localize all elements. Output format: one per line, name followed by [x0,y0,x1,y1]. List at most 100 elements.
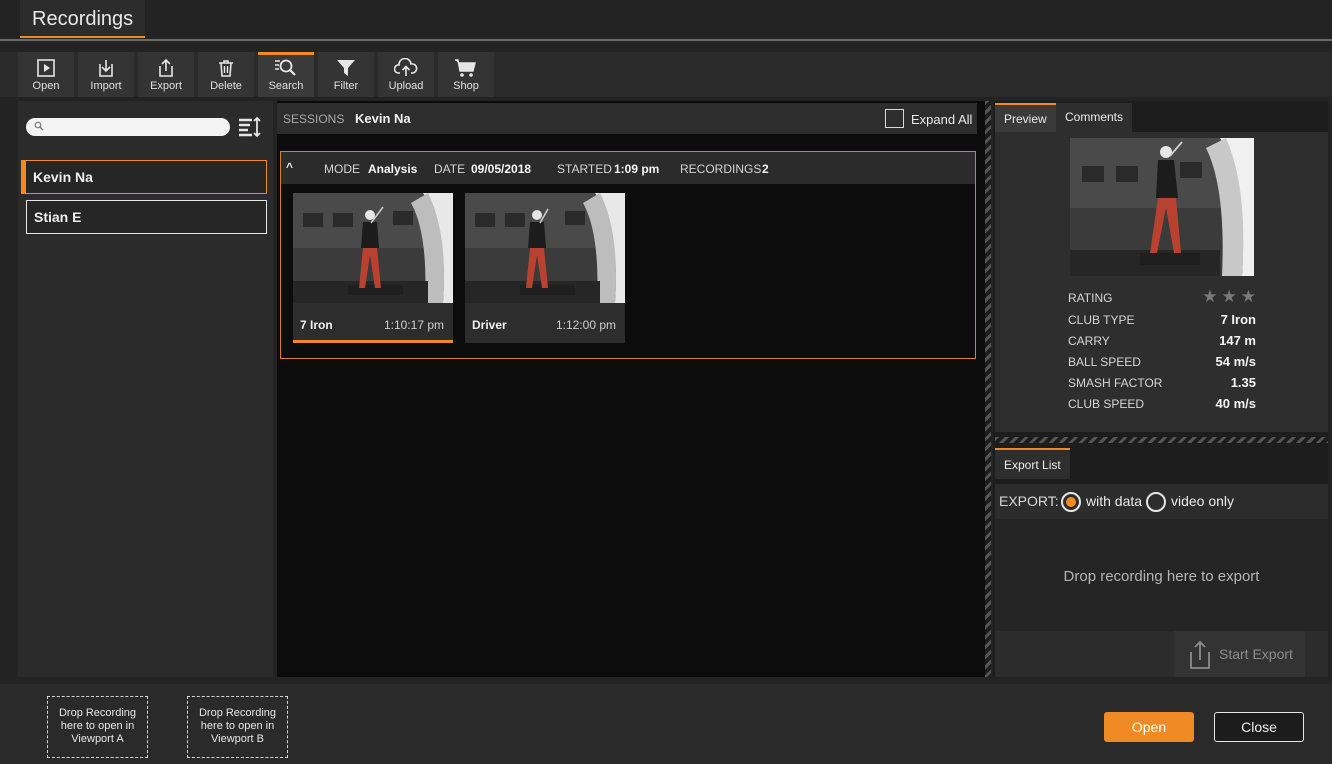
close-button[interactable]: Close [1214,712,1304,742]
selection-indicator [293,340,453,343]
trash-icon [219,60,233,77]
rating-stars[interactable]: ★★★ [1202,287,1260,307]
player-list-panel: Kevin Na Stian E [18,101,273,677]
stat-label: CLUB SPEED [1068,397,1145,411]
recording-club: 7 Iron [300,318,333,332]
window-title: Recordings [20,0,146,38]
player-item-stian-e[interactable]: Stian E [26,200,267,234]
recording-card[interactable]: Driver 1:12:00 pm [465,193,625,343]
vertical-splitter[interactable] [985,101,991,677]
stat-label: BALL SPEED [1068,355,1141,369]
video-only-radio[interactable] [1146,492,1166,512]
filter-toolbar-button[interactable]: Filter [318,52,374,97]
import-icon [99,60,113,77]
stat-value: 1.35 [1230,375,1256,390]
session-group: ^ MODE Analysis DATE 09/05/2018 STARTED … [280,151,976,359]
export-panel: Export List EXPORT: with data video only… [993,447,1328,677]
open-button[interactable]: Open [1104,712,1194,742]
export-label: EXPORT: [999,493,1059,509]
session-header[interactable]: ^ MODE Analysis DATE 09/05/2018 STARTED … [281,152,975,184]
star-icon[interactable]: ★ [1222,287,1241,306]
toolbar-label: Import [90,80,122,92]
stat-value: 40 m/s [1215,396,1256,411]
stat-value: 54 m/s [1215,354,1256,369]
with-data-radio[interactable] [1061,492,1081,512]
search-icon [275,59,296,76]
shop-toolbar-button[interactable]: Shop [438,52,494,97]
video-only-label[interactable]: video only [1171,493,1234,509]
date-value: 09/05/2018 [471,162,532,176]
expand-all-label: Expand All [911,112,973,127]
checkbox-box[interactable] [885,109,904,128]
player-item-kevin-na[interactable]: Kevin Na [21,160,267,194]
sessions-label: SESSIONS [283,112,345,126]
search-toolbar-button[interactable]: Search [258,52,314,97]
search-input[interactable] [26,118,230,136]
recording-card[interactable]: 7 Iron 1:10:17 pm [293,193,453,343]
horizontal-splitter[interactable] [995,437,1328,443]
stat-value: 147 m [1219,333,1256,348]
preview-body: RATING ★★★ CLUB TYPE 7 Iron CARRY 147 m … [995,132,1328,432]
play-icon [37,59,55,77]
recording-thumbnail [293,193,453,303]
title-bar: Recordings [0,0,1332,52]
mode-value: Analysis [368,162,418,176]
with-data-label[interactable]: with data [1086,493,1142,509]
sessions-panel: SESSIONS Kevin Na Expand All ^ MODE Anal… [277,101,985,677]
toolbar: Open Import Export Delete Search Filter … [0,52,1332,97]
viewport-a-drop-zone[interactable]: Drop Recording here to open in Viewport … [47,696,148,758]
preview-video[interactable] [1070,138,1254,276]
recording-club: Driver [472,318,507,332]
export-drop-zone[interactable]: Drop recording here to export [995,519,1328,631]
export-options: EXPORT: with data video only [995,484,1328,519]
collapse-chevron-icon[interactable]: ^ [286,160,293,174]
recording-thumbnail [465,193,625,303]
start-export-label: Start Export [1219,646,1293,662]
recordings-label: RECORDINGS [680,162,762,176]
toolbar-label: Upload [388,80,424,92]
started-label: STARTED [557,162,612,176]
import-toolbar-button[interactable]: Import [78,52,134,97]
sort-icon[interactable] [238,116,262,138]
upload-toolbar-button[interactable]: Upload [378,52,434,97]
export-icon [159,58,173,77]
sessions-player: Kevin Na [355,111,411,126]
tab-export-list[interactable]: Export List [995,448,1070,479]
cloud-upload-icon [394,58,418,76]
export-footer: Start Export [995,631,1328,677]
stat-label: CLUB TYPE [1068,313,1135,327]
title-divider [0,39,1332,41]
rating-label: RATING [1068,291,1113,305]
open-toolbar-button[interactable]: Open [18,52,74,97]
stat-value: 7 Iron [1220,312,1256,327]
started-value: 1:09 pm [614,162,660,176]
recording-time: 1:10:17 pm [383,318,444,332]
toolbar-label: Shop [453,80,479,92]
date-label: DATE [434,162,466,176]
footer-bar: Drop Recording here to open in Viewport … [0,684,1332,764]
export-toolbar-button[interactable]: Export [138,52,194,97]
recordings-count: 2 [762,162,769,176]
sessions-header: SESSIONS Kevin Na Expand All [277,103,977,134]
export-icon [1190,640,1210,669]
recording-time: 1:12:00 pm [555,318,616,332]
cart-icon [455,59,476,77]
tab-preview[interactable]: Preview [995,103,1056,132]
stat-label: CARRY [1068,334,1110,348]
star-icon[interactable]: ★ [1241,287,1260,306]
toolbar-label: Search [268,80,304,92]
filter-icon [337,60,355,76]
toolbar-label: Open [32,80,60,92]
drop-zone-text: Drop recording here to export [1063,568,1260,585]
search-icon [34,121,44,131]
mode-label: MODE [324,162,360,176]
star-icon[interactable]: ★ [1202,287,1221,306]
viewport-b-drop-zone[interactable]: Drop Recording here to open in Viewport … [187,696,288,758]
toolbar-label: Delete [210,80,242,92]
stat-label: SMASH FACTOR [1068,376,1163,390]
toolbar-label: Filter [333,80,359,92]
delete-toolbar-button[interactable]: Delete [198,52,254,97]
start-export-button[interactable]: Start Export [1174,631,1305,677]
tab-comments[interactable]: Comments [1056,103,1133,132]
toolbar-label: Export [150,80,182,92]
